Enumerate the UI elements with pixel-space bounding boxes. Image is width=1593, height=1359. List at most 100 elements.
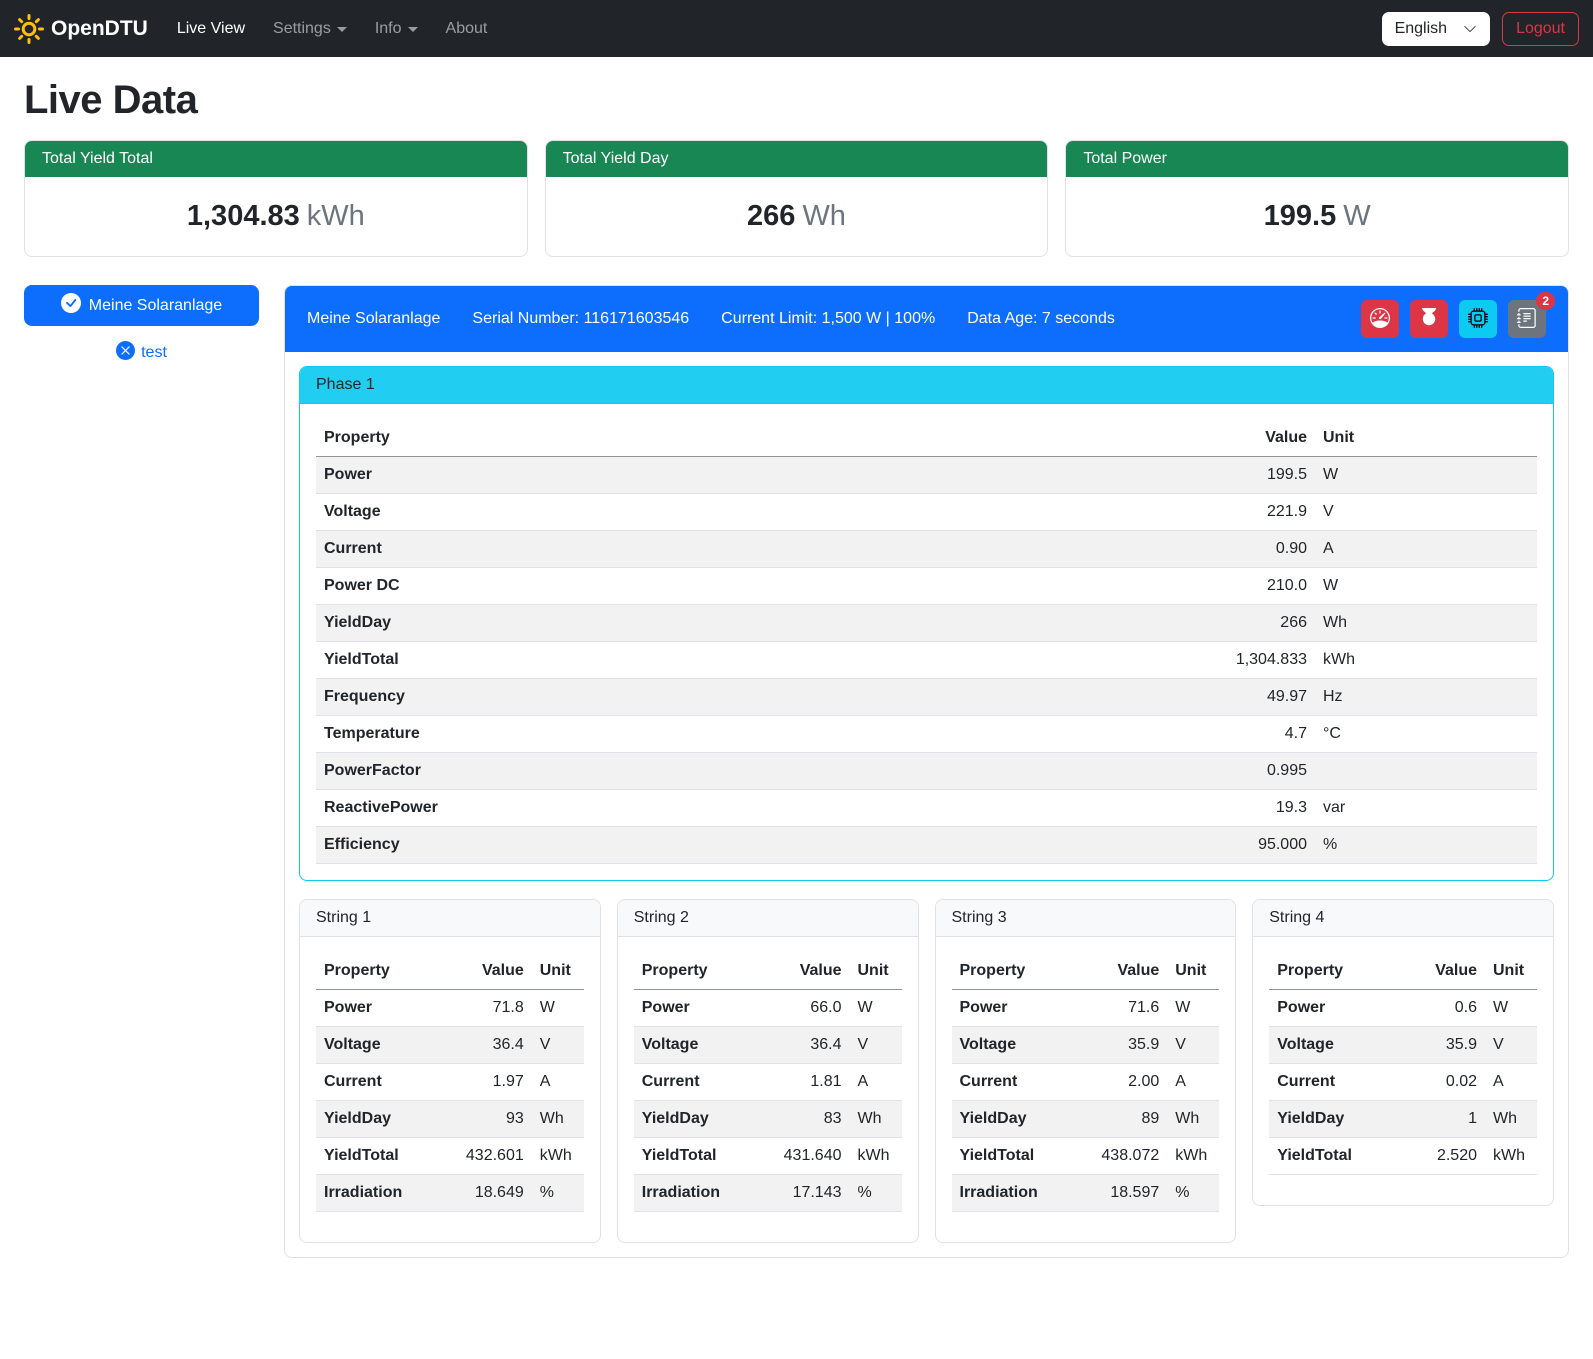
value-cell: 432.601: [437, 1138, 532, 1175]
table-body: Power71.8WVoltage36.4VCurrent1.97AYieldD…: [316, 990, 584, 1212]
power-icon: [1419, 308, 1439, 331]
unit-cell: V: [850, 1027, 902, 1064]
value-cell: 35.9: [1401, 1027, 1485, 1064]
unit-cell: W: [1315, 568, 1537, 605]
property-cell: Current: [952, 1064, 1073, 1101]
column-property: Property: [952, 953, 1073, 990]
table-row: Irradiation18.597%: [952, 1175, 1220, 1212]
column-value: Value: [755, 953, 850, 990]
unit-cell: V: [1485, 1027, 1537, 1064]
device-info-button[interactable]: [1459, 300, 1497, 338]
summary-card-value: 1,304.83: [187, 200, 300, 232]
property-cell: Irradiation: [952, 1175, 1073, 1212]
brand[interactable]: OpenDTU: [14, 14, 148, 44]
inverter-name: Meine Solaranlage: [307, 310, 440, 328]
value-cell: 4.7: [914, 716, 1315, 753]
summary-card-title: Total Yield Total: [25, 141, 527, 177]
table-row: Voltage36.4V: [316, 1027, 584, 1064]
unit-cell: V: [532, 1027, 584, 1064]
phase-panel-title: Phase 1: [300, 367, 1553, 404]
table-row: YieldTotal438.072kWh: [952, 1138, 1220, 1175]
string-table: Property Value Unit Power66.0WVoltage36.…: [634, 953, 902, 1212]
string-card-body: Property Value Unit Power66.0WVoltage36.…: [618, 937, 918, 1242]
table-body: Power199.5WVoltage221.9VCurrent0.90APowe…: [316, 457, 1537, 864]
summary-card-total-yield-total: Total Yield Total 1,304.83kWh: [24, 140, 528, 257]
value-cell: 36.4: [437, 1027, 532, 1064]
unit-cell: V: [1315, 494, 1537, 531]
property-cell: YieldDay: [1269, 1101, 1401, 1138]
table-row: Power199.5W: [316, 457, 1537, 494]
phase-panel: Phase 1 Property Value Unit Power199.5WV…: [299, 366, 1554, 881]
table-row: YieldDay89Wh: [952, 1101, 1220, 1138]
table-row: YieldDay93Wh: [316, 1101, 584, 1138]
value-cell: 89: [1072, 1101, 1167, 1138]
inverter-limit: Current Limit: 1,500 W | 100%: [721, 310, 935, 328]
inverter-card-body: Phase 1 Property Value Unit Power199.5WV…: [285, 352, 1568, 1257]
table-row: YieldTotal431.640kWh: [634, 1138, 902, 1175]
summary-card-unit: kWh: [307, 200, 365, 232]
table-row: YieldTotal1,304.833kWh: [316, 642, 1537, 679]
table-header: Property Value Unit: [952, 953, 1220, 990]
unit-cell: Wh: [1167, 1101, 1219, 1138]
power-toggle-button[interactable]: [1410, 300, 1448, 338]
column-value: Value: [914, 420, 1315, 457]
table-row: PowerFactor0.995: [316, 753, 1537, 790]
phase-table: Property Value Unit Power199.5WVoltage22…: [316, 420, 1537, 864]
property-cell: Efficiency: [316, 827, 914, 864]
property-cell: YieldDay: [634, 1101, 755, 1138]
value-cell: 438.072: [1072, 1138, 1167, 1175]
table-row: Current1.81A: [634, 1064, 902, 1101]
value-cell: 93: [437, 1101, 532, 1138]
summary-card-unit: W: [1343, 200, 1370, 232]
dropdown-caret-icon: [337, 27, 347, 32]
logout-button[interactable]: Logout: [1502, 12, 1579, 46]
nav-item-label: Settings: [273, 20, 331, 38]
summary-card-body: 199.5W: [1066, 177, 1568, 256]
language-select[interactable]: English: [1382, 12, 1490, 46]
table-row: Power DC210.0W: [316, 568, 1537, 605]
unit-cell: W: [1167, 990, 1219, 1027]
column-unit: Unit: [850, 953, 902, 990]
nav-item-label: Live View: [177, 20, 245, 38]
value-cell: 18.649: [437, 1175, 532, 1212]
value-cell: 1.97: [437, 1064, 532, 1101]
string-card-1: String 1 Property Value Unit: [299, 899, 601, 1243]
table-row: Efficiency95.000%: [316, 827, 1537, 864]
column-unit: Unit: [532, 953, 584, 990]
string-card-4: String 4 Property Value Unit: [1252, 899, 1554, 1206]
column-property: Property: [634, 953, 755, 990]
column-property: Property: [316, 953, 437, 990]
event-log-button[interactable]: 2: [1508, 300, 1546, 338]
table-row: Irradiation18.649%: [316, 1175, 584, 1212]
property-cell: ReactivePower: [316, 790, 914, 827]
property-cell: YieldDay: [952, 1101, 1073, 1138]
table-row: Power71.6W: [952, 990, 1220, 1027]
unit-cell: A: [1167, 1064, 1219, 1101]
inverter-item-test[interactable]: test: [24, 341, 259, 365]
string-card-title: String 1: [300, 900, 600, 937]
unit-cell: W: [1315, 457, 1537, 494]
property-cell: Power: [1269, 990, 1401, 1027]
inverter-actions: 2: [1361, 300, 1546, 338]
table-body: Power71.6WVoltage35.9VCurrent2.00AYieldD…: [952, 990, 1220, 1212]
table-header: Property Value Unit: [316, 953, 584, 990]
nav-item-about[interactable]: About: [432, 12, 502, 46]
nav-links: Live View Settings Info About: [163, 12, 502, 46]
table-header: Property Value Unit: [634, 953, 902, 990]
unit-cell: kWh: [1167, 1138, 1219, 1175]
unit-cell: kWh: [1315, 642, 1537, 679]
nav-item-live-view[interactable]: Live View: [163, 12, 259, 46]
property-cell: Power: [316, 457, 914, 494]
value-cell: 83: [755, 1101, 850, 1138]
summary-card-unit: Wh: [802, 200, 846, 232]
nav-item-settings[interactable]: Settings: [259, 12, 361, 46]
property-cell: Current: [316, 1064, 437, 1101]
sun-icon: [14, 14, 44, 44]
limit-settings-button[interactable]: [1361, 300, 1399, 338]
property-cell: Temperature: [316, 716, 914, 753]
inverter-selected-button[interactable]: Meine Solaranlage: [24, 285, 259, 326]
unit-cell: [1315, 753, 1537, 790]
nav-item-info[interactable]: Info: [361, 12, 432, 46]
string-table: Property Value Unit Power0.6WVoltage35.9…: [1269, 953, 1537, 1175]
column-property: Property: [1269, 953, 1401, 990]
